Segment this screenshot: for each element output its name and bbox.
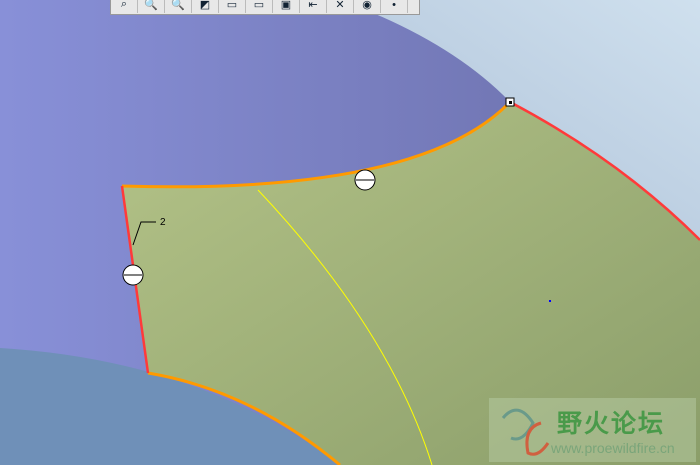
watermark-url: www.proewildfire.cn bbox=[551, 440, 675, 456]
view-toolbar: ⌕ 🔍 🔍 ◩ ▭ ▭ ▣ ⇤ ✕ ◉ • bbox=[110, 0, 420, 15]
drag-handle-left[interactable] bbox=[122, 264, 144, 286]
zoom-out-icon[interactable]: 🔍 bbox=[165, 0, 192, 13]
layers-icon[interactable]: ⇤ bbox=[300, 0, 327, 13]
zoom-window-icon[interactable]: ⌕ bbox=[111, 0, 138, 13]
drag-handle-top[interactable] bbox=[354, 169, 376, 191]
watermark: 野火论坛 www.proewildfire.cn bbox=[489, 398, 696, 462]
datum-point bbox=[549, 300, 551, 302]
view-list-icon[interactable]: ▭ bbox=[246, 0, 273, 13]
datum-points-icon[interactable]: • bbox=[381, 0, 408, 13]
watermark-logo-icon bbox=[501, 408, 550, 456]
zoom-in-icon[interactable]: 🔍 bbox=[138, 0, 165, 13]
display-icon[interactable]: ◉ bbox=[354, 0, 381, 13]
datum-axes-icon[interactable]: ✕ bbox=[327, 0, 354, 13]
refit-icon[interactable]: ◩ bbox=[192, 0, 219, 13]
graphics-viewport[interactable] bbox=[0, 0, 700, 465]
reorient-icon[interactable]: ▭ bbox=[219, 0, 246, 13]
vertex-dot bbox=[509, 101, 512, 104]
saved-views-icon[interactable]: ▣ bbox=[273, 0, 300, 13]
dimension-label[interactable]: 2 bbox=[160, 217, 166, 228]
watermark-title: 野火论坛 bbox=[557, 410, 666, 438]
